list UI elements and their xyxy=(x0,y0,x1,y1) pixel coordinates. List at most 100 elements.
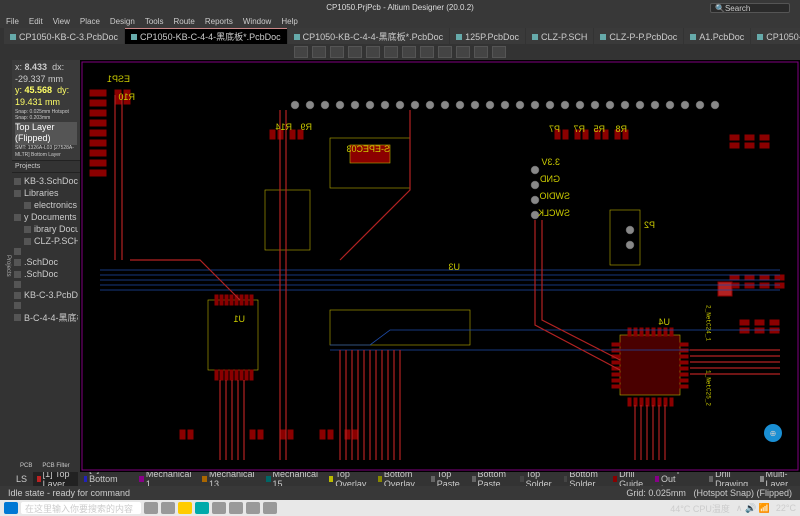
taskbar-icon[interactable] xyxy=(212,502,226,514)
menu-edit[interactable]: Edit xyxy=(29,17,43,26)
layer-tab[interactable]: Multi-Layer xyxy=(756,472,796,486)
layer-tab[interactable]: Keep-Out Layer xyxy=(651,472,703,486)
layer-tab[interactable]: Bottom Solder xyxy=(560,472,608,486)
layer-tab[interactable]: Top Overlay xyxy=(325,472,372,486)
left-panel: x: 8.433 dx: -29.337 mm y: 45.568 dy: 19… xyxy=(12,60,80,472)
svg-text:SWCLK: SWCLK xyxy=(538,208,570,218)
svg-text:U4: U4 xyxy=(658,317,670,327)
layer-tab[interactable]: [2] Bottom Layer xyxy=(80,472,133,486)
tree-item[interactable]: B-C-4-4-黑底板*.Pcb xyxy=(14,310,78,325)
layer-tab[interactable]: Bottom Paste xyxy=(468,472,514,486)
svg-text:SWDIO: SWDIO xyxy=(540,191,571,201)
taskbar-icon[interactable] xyxy=(161,502,175,514)
taskbar-icon[interactable] xyxy=(246,502,260,514)
left-tab-pcb[interactable]: PCB xyxy=(16,462,36,470)
tool-button[interactable] xyxy=(438,46,452,58)
layer-tab[interactable]: Drill Drawing xyxy=(705,472,754,486)
taskbar-icon[interactable] xyxy=(195,502,209,514)
menu-window[interactable]: Window xyxy=(243,17,271,26)
menu-place[interactable]: Place xyxy=(80,17,100,26)
tab-doc[interactable]: A1.PcbDoc xyxy=(684,28,750,44)
tab-doc-active[interactable]: CP1050-KB-C-4-4-黑底板*.PcbDoc xyxy=(125,28,287,44)
menu-tools[interactable]: Tools xyxy=(145,17,164,26)
svg-text:P2: P2 xyxy=(644,220,655,230)
toolbar xyxy=(0,44,800,60)
status-bar: Idle state - ready for command Grid: 0.0… xyxy=(0,486,800,500)
layer-tab[interactable]: Mechanical 13 xyxy=(198,472,260,486)
tool-button[interactable] xyxy=(330,46,344,58)
document-tabs: CP1050-KB-C-3.PcbDoc CP1050-KB-C-4-4-黑底板… xyxy=(0,28,800,44)
left-tab-filter[interactable]: PCB Filter xyxy=(38,462,73,470)
layer-tab[interactable]: Top Solder xyxy=(516,472,558,486)
tab-doc[interactable]: 125P.PcbDoc xyxy=(450,28,525,44)
svg-text:R7: R7 xyxy=(573,124,585,134)
tool-button[interactable] xyxy=(474,46,488,58)
menu-route[interactable]: Route xyxy=(174,17,195,26)
svg-text:S-EPEC03: S-EPEC03 xyxy=(346,144,390,154)
tool-button[interactable] xyxy=(348,46,362,58)
taskbar-icon[interactable] xyxy=(229,502,243,514)
svg-text:R8: R8 xyxy=(615,124,627,134)
tree-item[interactable]: KB-3.SchDoc xyxy=(14,175,78,187)
app-title: CP1050.PrjPcb - Altium Designer (20.0.2) xyxy=(326,3,474,12)
tool-button[interactable] xyxy=(294,46,308,58)
start-button[interactable] xyxy=(4,502,18,514)
tree-item[interactable]: electronics STM32 F1 xyxy=(14,199,78,211)
layer-tab[interactable]: Top Paste xyxy=(427,472,466,486)
tree-item[interactable]: CLZ-P.SCHLIB xyxy=(14,235,78,247)
tree-item[interactable]: ibrary Documents xyxy=(14,223,78,235)
menu-view[interactable]: View xyxy=(53,17,70,26)
pcb-canvas[interactable]: ESP1 R10 R9 R14 S-EPEC03 U3 3.3V GND SWD… xyxy=(80,60,800,472)
menu-help[interactable]: Help xyxy=(281,17,297,26)
tree-item[interactable]: .SchDoc xyxy=(14,268,78,280)
tool-button[interactable] xyxy=(420,46,434,58)
svg-text:GND: GND xyxy=(540,174,561,184)
layer-tab[interactable]: Mechanical 15 xyxy=(262,472,324,486)
svg-text:3.3V: 3.3V xyxy=(541,157,560,167)
tree-item[interactable]: Libraries xyxy=(14,187,78,199)
tree-item[interactable]: .SchDoc xyxy=(14,256,78,268)
project-tree: KB-3.SchDoc Libraries electronics STM32 … xyxy=(12,173,80,460)
svg-text:R5: R5 xyxy=(593,124,605,134)
taskbar-icon[interactable] xyxy=(263,502,277,514)
tool-button[interactable] xyxy=(456,46,470,58)
taskbar-search[interactable]: 在这里输入你要搜索的内容 xyxy=(21,502,141,514)
panel-header: Projects xyxy=(12,161,80,173)
svg-text:U3: U3 xyxy=(448,262,460,272)
tree-item[interactable] xyxy=(14,280,78,289)
tab-doc[interactable]: CLZ-P-P.PcbDoc xyxy=(594,28,683,44)
tab-doc[interactable]: CP1050-KB-3.SchDoc xyxy=(751,28,800,44)
layer-tab[interactable]: Bottom Overlay xyxy=(374,472,425,486)
tool-button[interactable] xyxy=(402,46,416,58)
tree-item[interactable] xyxy=(14,247,78,256)
tool-button[interactable] xyxy=(492,46,506,58)
coordinate-display: x: 8.433 dx: -29.337 mm y: 45.568 dy: 19… xyxy=(12,60,80,161)
layer-tab[interactable]: Mechanical 1 xyxy=(135,472,197,486)
search-input[interactable]: 🔍 Search xyxy=(710,3,790,13)
layer-tab[interactable]: Drill Guide xyxy=(609,472,649,486)
tab-doc[interactable]: CLZ-P.SCH xyxy=(526,28,593,44)
tool-button[interactable] xyxy=(366,46,380,58)
layer-tab[interactable]: LS xyxy=(4,473,31,485)
layer-tab-top[interactable]: [1] Top Layer xyxy=(33,472,77,486)
layer-tabs: LS [1] Top Layer [2] Bottom Layer Mechan… xyxy=(0,472,800,486)
tab-doc[interactable]: CP1050-KB-C-3.PcbDoc xyxy=(4,28,124,44)
menu-reports[interactable]: Reports xyxy=(205,17,233,26)
taskbar-icon[interactable] xyxy=(178,502,192,514)
side-tabs: Projects xyxy=(0,60,12,472)
tree-item[interactable]: y Documents xyxy=(14,211,78,223)
menu-design[interactable]: Design xyxy=(110,17,135,26)
tree-item[interactable] xyxy=(14,301,78,310)
svg-text:U1: U1 xyxy=(233,314,245,324)
status-text: Idle state - ready for command xyxy=(8,488,130,498)
system-tray[interactable]: 44°C CPU温度 ∧ 🔊 📶 22°C xyxy=(670,502,796,515)
menu-file[interactable]: File xyxy=(6,17,19,26)
tool-button[interactable] xyxy=(312,46,326,58)
tab-doc[interactable]: CP1050-KB-C-4-4-黑底板*.PcbDoc xyxy=(288,28,450,44)
tool-button[interactable] xyxy=(384,46,398,58)
taskbar-icon[interactable] xyxy=(144,502,158,514)
vtab-projects[interactable]: Projects xyxy=(0,251,12,281)
svg-text:1_NetC25_2: 1_NetC25_2 xyxy=(705,370,712,406)
tree-item[interactable]: KB-C-3.PcbDoc xyxy=(14,289,78,301)
origin-marker[interactable]: ⊕ xyxy=(764,424,782,442)
